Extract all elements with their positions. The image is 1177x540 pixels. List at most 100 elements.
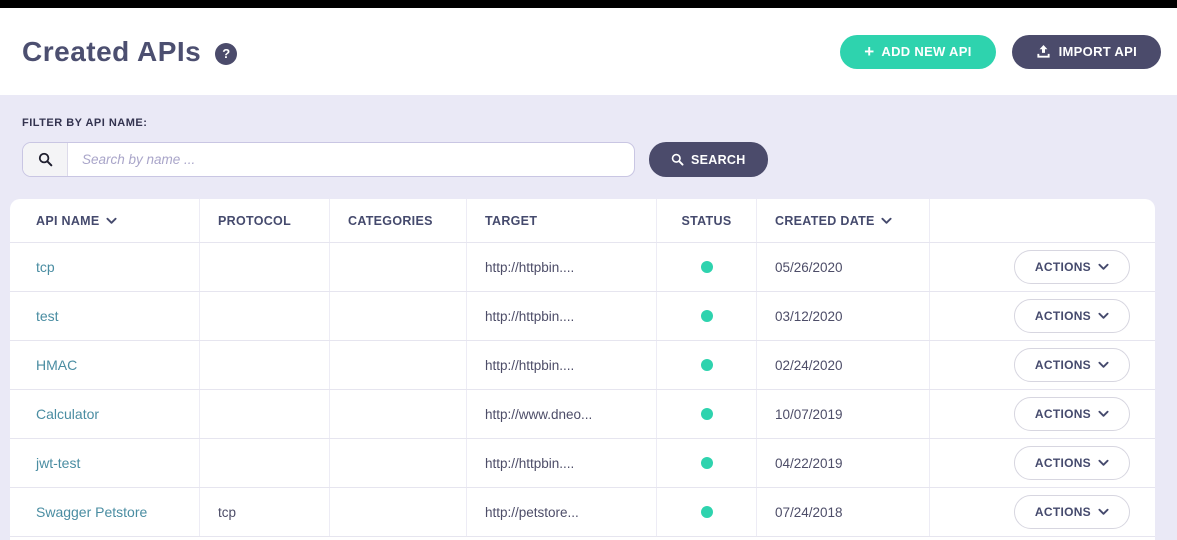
actions-button-label: ACTIONS [1035, 456, 1091, 470]
status-active-dot-icon [701, 408, 713, 420]
help-icon[interactable]: ? [215, 43, 237, 65]
categories-cell [330, 243, 467, 291]
protocol-cell [200, 292, 330, 340]
column-header-api-name[interactable]: API NAME [10, 199, 200, 242]
column-header-created-date-label: CREATED DATE [775, 214, 875, 228]
page-header: Created APIs ? + ADD NEW API IMPORT API [0, 8, 1177, 95]
created-date-cell: 10/07/2019 [757, 390, 930, 438]
column-header-status-label: STATUS [682, 214, 732, 228]
status-cell [657, 439, 757, 487]
column-header-protocol: PROTOCOL [200, 199, 330, 242]
api-name-cell: test [10, 292, 200, 340]
api-name-link[interactable]: test [36, 308, 59, 324]
status-active-dot-icon [701, 310, 713, 322]
import-api-button[interactable]: IMPORT API [1012, 35, 1161, 69]
protocol-cell [200, 243, 330, 291]
actions-button-label: ACTIONS [1035, 260, 1091, 274]
created-date-cell: 04/22/2019 [757, 439, 930, 487]
column-header-api-name-label: API NAME [36, 214, 100, 228]
table-row: Calculator http://www.dneo... 10/07/2019… [10, 390, 1155, 439]
chevron-down-icon [1098, 459, 1109, 467]
status-active-dot-icon [701, 359, 713, 371]
table-body: tcp http://httpbin.... 05/26/2020 ACTION… [10, 243, 1155, 537]
add-new-api-button[interactable]: + ADD NEW API [840, 35, 995, 69]
column-header-protocol-label: PROTOCOL [218, 214, 291, 228]
column-header-categories-label: CATEGORIES [348, 214, 433, 228]
import-api-label: IMPORT API [1059, 44, 1137, 59]
search-addon [23, 143, 68, 176]
filter-section: FILTER BY API NAME: SEARCH [0, 95, 1177, 177]
actions-cell: ACTIONS [930, 341, 1155, 389]
created-date-cell: 02/24/2020 [757, 341, 930, 389]
table-row: tcp http://httpbin.... 05/26/2020 ACTION… [10, 243, 1155, 292]
target-cell: http://petstore... [467, 488, 657, 536]
column-header-target: TARGET [467, 199, 657, 242]
actions-button[interactable]: ACTIONS [1014, 495, 1130, 529]
api-name-link[interactable]: Swagger Petstore [36, 504, 147, 520]
table-row: test http://httpbin.... 03/12/2020 ACTIO… [10, 292, 1155, 341]
categories-cell [330, 390, 467, 438]
filter-label: FILTER BY API NAME: [22, 117, 1155, 129]
upload-icon [1036, 44, 1059, 59]
status-cell [657, 390, 757, 438]
status-active-dot-icon [701, 261, 713, 273]
target-cell: http://httpbin.... [467, 243, 657, 291]
api-name-cell: Calculator [10, 390, 200, 438]
table-row: HMAC http://httpbin.... 02/24/2020 ACTIO… [10, 341, 1155, 390]
status-active-dot-icon [701, 457, 713, 469]
actions-button-label: ACTIONS [1035, 407, 1091, 421]
column-header-created-date[interactable]: CREATED DATE [757, 199, 930, 242]
created-apis-table: API NAME PROTOCOL CATEGORIES TARGET STAT… [10, 199, 1155, 540]
protocol-cell [200, 390, 330, 438]
page-title: Created APIs [22, 36, 201, 68]
api-name-cell: tcp [10, 243, 200, 291]
target-cell: http://www.dneo... [467, 390, 657, 438]
actions-button[interactable]: ACTIONS [1014, 397, 1130, 431]
table-row: jwt-test http://httpbin.... 04/22/2019 A… [10, 439, 1155, 488]
actions-button[interactable]: ACTIONS [1014, 299, 1130, 333]
created-date-cell: 07/24/2018 [757, 488, 930, 536]
actions-cell: ACTIONS [930, 243, 1155, 291]
api-name-link[interactable]: HMAC [36, 357, 77, 373]
status-cell [657, 341, 757, 389]
target-cell: http://httpbin.... [467, 439, 657, 487]
actions-button[interactable]: ACTIONS [1014, 446, 1130, 480]
column-header-categories: CATEGORIES [330, 199, 467, 242]
sort-chevron-down-icon [881, 217, 892, 225]
actions-cell: ACTIONS [930, 488, 1155, 536]
actions-button-label: ACTIONS [1035, 358, 1091, 372]
target-cell: http://httpbin.... [467, 292, 657, 340]
chevron-down-icon [1098, 508, 1109, 516]
plus-icon: + [864, 43, 874, 60]
created-date-cell: 03/12/2020 [757, 292, 930, 340]
status-active-dot-icon [701, 506, 713, 518]
chevron-down-icon [1098, 361, 1109, 369]
filter-row: SEARCH [22, 142, 1155, 177]
categories-cell [330, 341, 467, 389]
actions-cell: ACTIONS [930, 439, 1155, 487]
protocol-cell [200, 439, 330, 487]
actions-cell: ACTIONS [930, 390, 1155, 438]
search-button[interactable]: SEARCH [649, 142, 768, 177]
status-cell [657, 488, 757, 536]
api-name-link[interactable]: tcp [36, 259, 55, 275]
add-new-api-label: ADD NEW API [881, 44, 971, 59]
top-window-edge [0, 0, 1177, 8]
column-header-status: STATUS [657, 199, 757, 242]
search-icon [38, 152, 53, 167]
categories-cell [330, 439, 467, 487]
api-name-cell: HMAC [10, 341, 200, 389]
actions-button[interactable]: ACTIONS [1014, 250, 1130, 284]
column-header-actions [930, 199, 1155, 242]
actions-button[interactable]: ACTIONS [1014, 348, 1130, 382]
search-input-group [22, 142, 635, 177]
api-name-link[interactable]: jwt-test [36, 455, 80, 471]
search-input[interactable] [68, 143, 634, 176]
api-name-link[interactable]: Calculator [36, 406, 99, 422]
status-cell [657, 243, 757, 291]
table-row: Swagger Petstore tcp http://petstore... … [10, 488, 1155, 537]
actions-button-label: ACTIONS [1035, 505, 1091, 519]
protocol-cell: tcp [200, 488, 330, 536]
created-date-cell: 05/26/2020 [757, 243, 930, 291]
table-header-row: API NAME PROTOCOL CATEGORIES TARGET STAT… [10, 199, 1155, 243]
